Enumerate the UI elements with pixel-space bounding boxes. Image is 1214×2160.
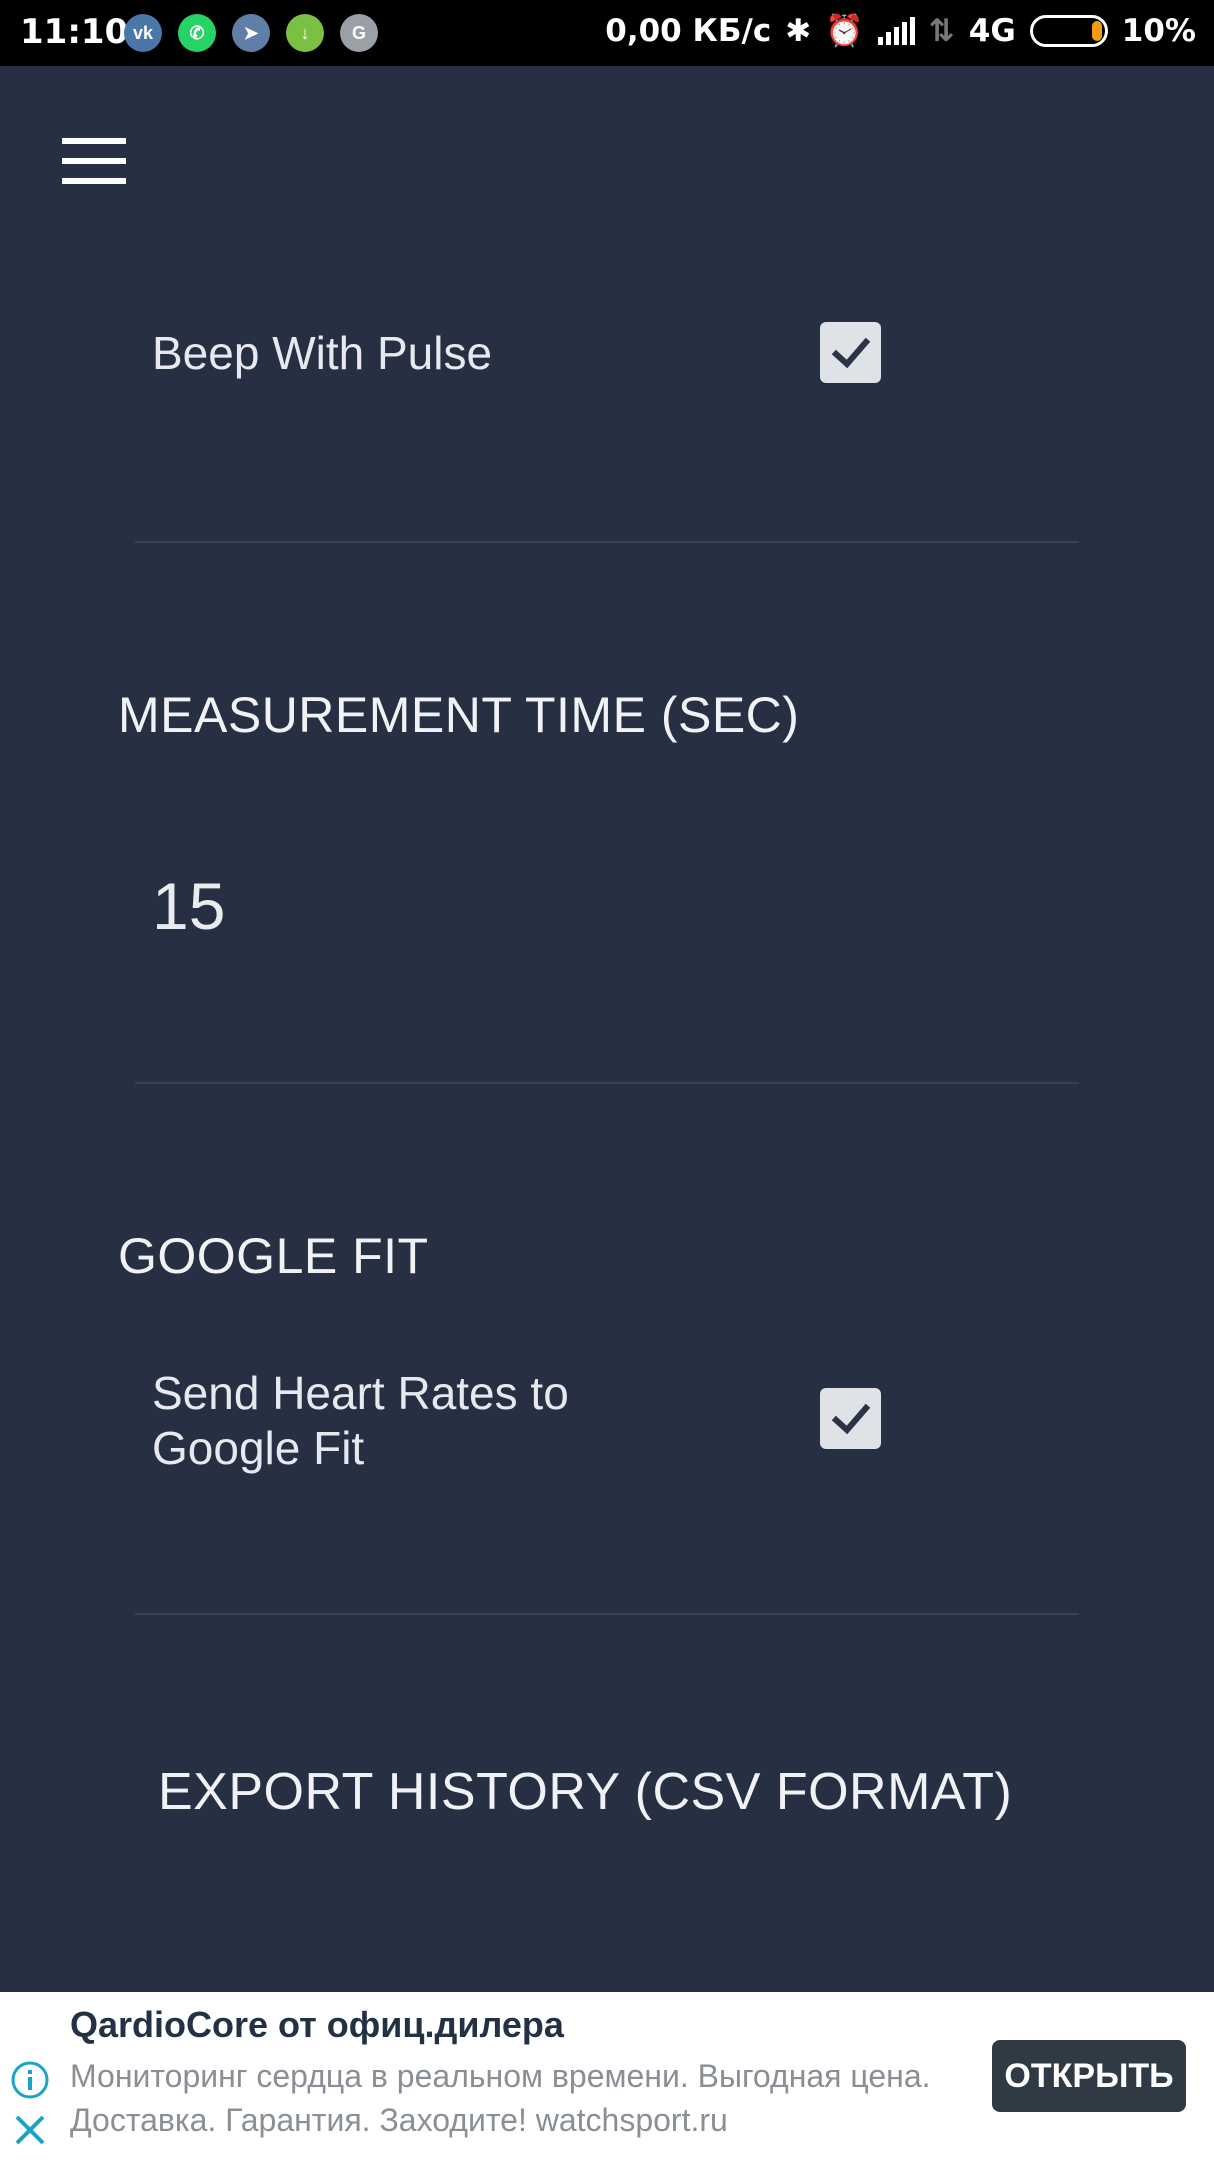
notification-icons: vk ✆ ➤ ↓ G bbox=[124, 14, 378, 52]
divider bbox=[135, 1613, 1079, 1615]
battery-icon bbox=[1029, 14, 1108, 47]
signal-icon bbox=[877, 16, 915, 45]
send-heart-rates-label: Send Heart Rates to Google Fit bbox=[152, 1366, 569, 1476]
google-fit-title: GOOGLE FIT bbox=[118, 1228, 429, 1284]
status-time: 11:10 bbox=[20, 12, 129, 52]
alarm-icon: ⏰ bbox=[825, 13, 864, 49]
telegram-icon: ➤ bbox=[232, 14, 270, 52]
send-heart-rates-line2: Google Fit bbox=[152, 1422, 365, 1474]
menu-icon[interactable] bbox=[56, 130, 132, 190]
ad-open-button[interactable]: ОТКРЫТЬ bbox=[992, 2040, 1186, 2112]
google-icon: G bbox=[340, 14, 378, 52]
status-right: 0,00 КБ/с ✱ ⏰ ⇅ 4G 10% bbox=[605, 12, 1196, 50]
battery-percent: 10% bbox=[1121, 12, 1196, 49]
network-type: 4G bbox=[968, 12, 1016, 49]
download-icon: ↓ bbox=[286, 14, 324, 52]
beep-with-pulse-checkbox[interactable] bbox=[820, 322, 881, 383]
bluetooth-icon: ✱ bbox=[785, 12, 812, 49]
whatsapp-icon: ✆ bbox=[178, 14, 216, 52]
send-heart-rates-line1: Send Heart Rates to bbox=[152, 1367, 569, 1419]
divider bbox=[135, 541, 1079, 543]
send-heart-rates-checkbox[interactable] bbox=[820, 1388, 881, 1449]
measurement-time-title: MEASUREMENT TIME (SEC) bbox=[118, 687, 800, 743]
export-history-button[interactable]: EXPORT HISTORY (CSV FORMAT) bbox=[150, 1752, 1020, 1832]
beep-with-pulse-label: Beep With Pulse bbox=[152, 327, 493, 379]
battery-level bbox=[1091, 20, 1102, 41]
divider bbox=[135, 1082, 1079, 1084]
info-icon[interactable] bbox=[10, 2060, 50, 2100]
status-bar: 11:10 vk ✆ ➤ ↓ G 0,00 КБ/с ✱ ⏰ ⇅ 4G 10% bbox=[0, 0, 1214, 66]
ad-title[interactable]: QardioCore от офиц.дилера bbox=[70, 2004, 564, 2046]
measurement-time-value[interactable]: 15 bbox=[152, 868, 225, 944]
net-speed: 0,00 КБ/с bbox=[605, 12, 772, 49]
vk-icon: vk bbox=[124, 14, 162, 52]
close-icon[interactable] bbox=[12, 2112, 48, 2148]
checkmark-icon bbox=[831, 1403, 870, 1434]
checkmark-icon bbox=[831, 337, 870, 368]
ad-description: Мониторинг сердца в реальном времени. Вы… bbox=[70, 2058, 931, 2138]
ad-banner[interactable]: QardioCore от офиц.дилера Мониторинг сер… bbox=[0, 1992, 1214, 2160]
data-transfer-icon: ⇅ bbox=[928, 12, 955, 49]
